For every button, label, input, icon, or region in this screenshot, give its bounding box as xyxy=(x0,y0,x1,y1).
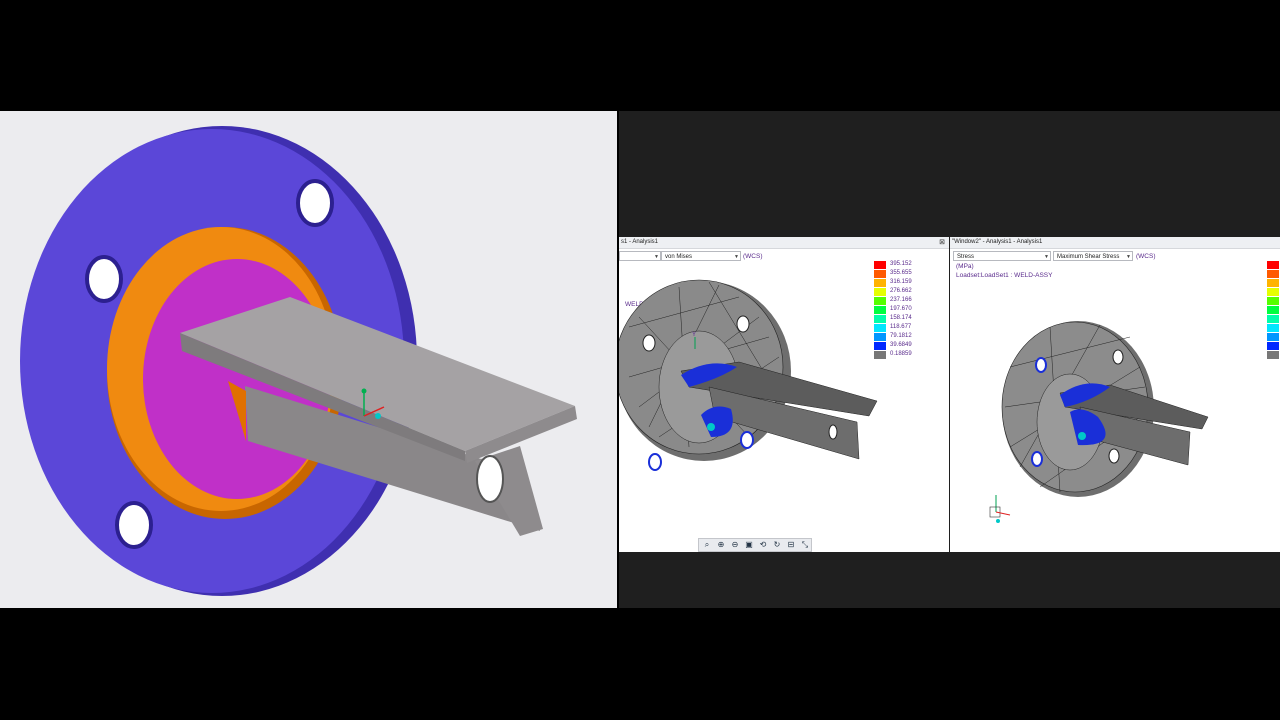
cut-icon[interactable]: ⊟ xyxy=(785,539,797,551)
spin-icon[interactable]: ↻ xyxy=(771,539,783,551)
bolt-hole xyxy=(736,315,750,333)
refit-icon[interactable]: ⟲ xyxy=(757,539,769,551)
cad-viewport[interactable] xyxy=(0,111,617,608)
measure-icon[interactable]: ⤡ xyxy=(799,539,811,551)
bolt-hole xyxy=(648,453,662,471)
result-window-2[interactable]: "Window2" - Analysis1 - Analysis1 Stress… xyxy=(950,237,1280,552)
bolt-hole xyxy=(1112,349,1124,365)
cad-model xyxy=(20,126,577,596)
zoom-icon[interactable]: ⌕ xyxy=(701,539,713,551)
bolt-hole xyxy=(85,255,123,303)
bolt-hole xyxy=(296,179,334,227)
result-window-1[interactable]: s1 - Analysis1 ⊠ ▼ von Mises ▼ (WCS) WEL… xyxy=(619,237,949,552)
svg-text:Y: Y xyxy=(692,332,696,338)
view-toolbar: ⌕ ⊕ ⊖ ▣ ⟲ ↻ ⊟ ⤡ xyxy=(698,538,812,552)
bolt-hole xyxy=(642,334,656,352)
bolt-hole xyxy=(1035,357,1047,373)
bolt-hole xyxy=(1031,451,1043,467)
tbar-hole xyxy=(476,455,504,503)
bolt-hole xyxy=(1108,448,1120,464)
bolt-hole xyxy=(740,431,754,449)
bolt-hole xyxy=(115,501,153,549)
results-area: s1 - Analysis1 ⊠ ▼ von Mises ▼ (WCS) WEL… xyxy=(619,111,1280,608)
fit-icon[interactable]: ▣ xyxy=(743,539,755,551)
fe-model-1: Y xyxy=(619,279,878,471)
fe-model-2 xyxy=(989,321,1209,523)
coordinate-triad-icon xyxy=(989,495,1011,523)
zoom-in-icon[interactable]: ⊕ xyxy=(715,539,727,551)
zoom-out-icon[interactable]: ⊖ xyxy=(729,539,741,551)
